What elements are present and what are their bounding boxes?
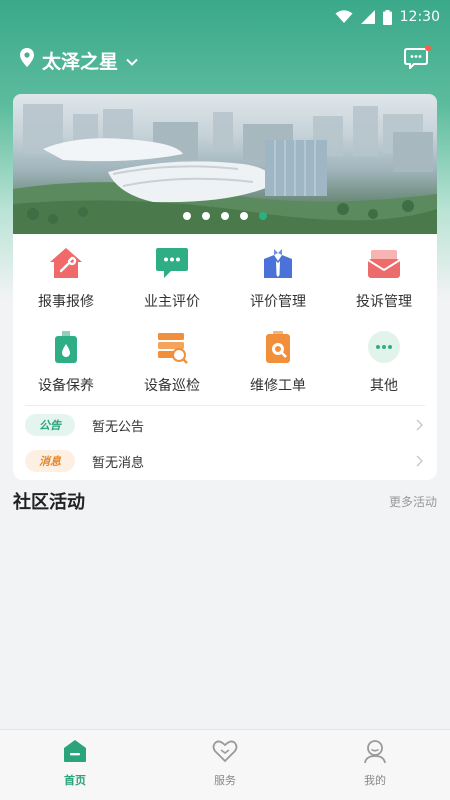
status-time: 12:30 <box>399 9 440 25</box>
grid-item-complaint-management[interactable]: 投诉管理 <box>331 240 437 324</box>
chat-bubble-icon <box>153 244 191 282</box>
wifi-icon <box>335 10 353 24</box>
heart-icon <box>212 738 238 768</box>
carousel-dot[interactable] <box>221 212 229 220</box>
location-name: 太泽之星 <box>42 50 119 73</box>
carousel-indicator <box>13 212 437 220</box>
top-bar: 太泽之星 <box>0 42 450 78</box>
grid-item-label: 报事报修 <box>38 294 94 310</box>
service-card: 报事报修 业主评价 评价管理 投诉管理 设备保养 设备巡检 维修工单 其他 公告… <box>13 234 437 480</box>
tab-service[interactable]: 服务 <box>150 730 300 800</box>
signal-icon <box>360 10 375 24</box>
grid-item-label: 其他 <box>370 378 398 394</box>
more-icon <box>365 328 403 366</box>
grid-item-label: 设备巡检 <box>144 378 200 394</box>
section-title: 社区活动 <box>13 492 85 513</box>
message-text: 暂无消息 <box>92 455 145 471</box>
message-badge: 消息 <box>25 450 75 472</box>
announcement-row[interactable]: 公告 暂无公告 <box>25 410 423 440</box>
grid-item-label: 业主评价 <box>144 294 200 310</box>
grid-item-label: 维修工单 <box>250 378 306 394</box>
home-icon <box>62 738 88 768</box>
carousel-dot[interactable] <box>259 212 267 220</box>
grid-item-other[interactable]: 其他 <box>331 324 437 408</box>
community-activities-header: 社区活动 更多活动 <box>13 488 437 514</box>
message-button[interactable] <box>404 45 431 73</box>
unread-dot <box>425 45 431 51</box>
banner-carousel[interactable] <box>13 94 437 234</box>
staff-icon <box>259 244 297 282</box>
tab-label: 服务 <box>214 774 236 787</box>
grid-item-owner-review[interactable]: 业主评价 <box>119 240 225 324</box>
grid-item-label: 设备保养 <box>38 378 94 394</box>
carousel-dot[interactable] <box>240 212 248 220</box>
bottom-tab-bar: 首页 服务 我的 <box>0 729 450 800</box>
more-activities-link[interactable]: 更多活动 <box>389 493 437 510</box>
grid-item-label: 投诉管理 <box>356 294 412 310</box>
chevron-down-icon <box>126 49 138 71</box>
announcement-badge: 公告 <box>25 414 75 436</box>
status-bar: 12:30 <box>0 0 450 34</box>
profile-icon <box>362 738 388 768</box>
grid-item-repair-order[interactable]: 维修工单 <box>225 324 331 408</box>
inspection-icon <box>153 328 191 366</box>
grid-item-equipment-maintenance[interactable]: 设备保养 <box>13 324 119 408</box>
announcement-text: 暂无公告 <box>92 419 145 435</box>
grid-item-review-management[interactable]: 评价管理 <box>225 240 331 324</box>
carousel-dot[interactable] <box>202 212 210 220</box>
tab-label: 我的 <box>364 774 386 787</box>
grid-item-equipment-inspection[interactable]: 设备巡检 <box>119 324 225 408</box>
chevron-right-icon <box>416 416 423 435</box>
divider <box>25 405 425 406</box>
chevron-right-icon <box>416 452 423 471</box>
carousel-dot[interactable] <box>183 212 191 220</box>
message-icon <box>404 48 428 73</box>
mail-icon <box>365 244 403 282</box>
wrench-house-icon <box>47 244 85 282</box>
tab-profile[interactable]: 我的 <box>300 730 450 800</box>
tab-label: 首页 <box>64 774 86 787</box>
service-grid: 报事报修 业主评价 评价管理 投诉管理 设备保养 设备巡检 维修工单 其他 <box>13 240 437 408</box>
battery-icon <box>382 9 392 25</box>
tab-home[interactable]: 首页 <box>0 730 150 800</box>
location-pin-icon <box>20 48 34 72</box>
work-order-icon <box>259 328 297 366</box>
grid-item-report-repair[interactable]: 报事报修 <box>13 240 119 324</box>
oil-can-icon <box>47 328 85 366</box>
message-row[interactable]: 消息 暂无消息 <box>25 446 423 476</box>
location-selector[interactable]: 太泽之星 <box>20 47 138 74</box>
grid-item-label: 评价管理 <box>250 294 306 310</box>
